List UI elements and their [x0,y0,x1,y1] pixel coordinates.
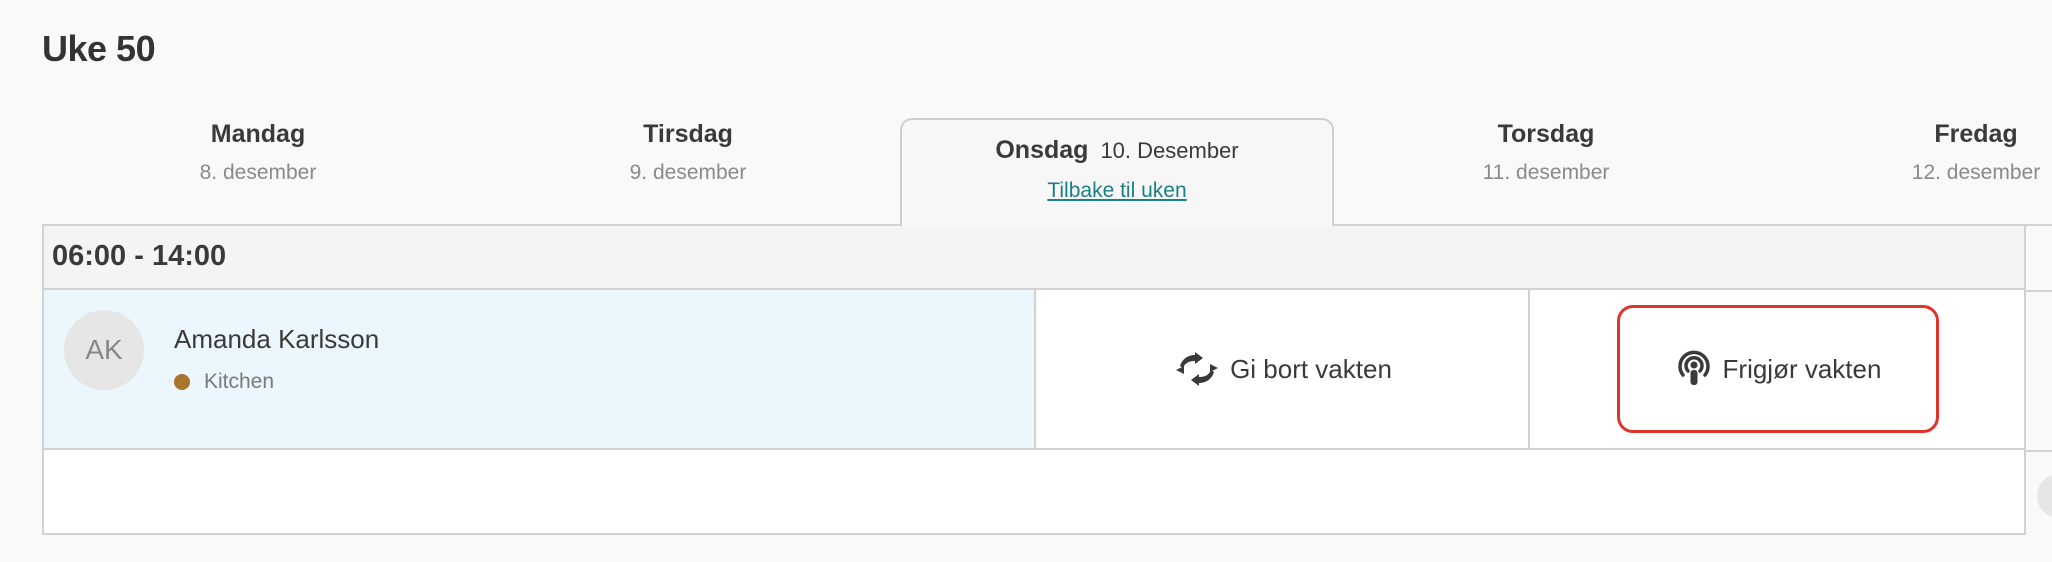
release-label: Frigjør vakten [1722,353,1882,384]
day-name: Mandag [210,120,306,148]
day-name: Tirsdag [643,120,733,148]
broadcast-icon [1675,349,1713,389]
empty-row [44,450,2024,533]
day-date: 8. desember [199,161,317,184]
tab-day-friday[interactable]: Fredag 12. desember [1766,120,2052,185]
give-away-cell: Gi bort vakten [1038,290,1530,448]
day-date: 9. desember [629,161,747,184]
give-away-shift-button[interactable]: Gi bort vakten [1174,352,1392,386]
page-title: Uke 50 [42,28,156,69]
department-label: Kitchen [204,370,275,393]
avatar: AK [64,310,144,390]
shift-time: 06:00 - 14:00 [52,240,227,272]
day-date: 11. desember [1482,161,1610,184]
tab-day-monday[interactable]: Mandag 8. desember [48,120,468,185]
employee-cell[interactable]: AK Amanda Karlsson Kitchen [44,290,1036,448]
department: Kitchen [174,370,274,394]
week-schedule-page: Uke 50 Mandag 8. desember Tirsdag 9. des… [0,0,2052,562]
employee-name: Amanda Karlsson [174,324,380,354]
shift-row: AK Amanda Karlsson Kitchen Gi bort vakte… [44,290,2024,450]
swap-arrows-icon [1174,352,1220,386]
day-name: Onsdag [995,136,1089,164]
day-date: 10. Desember [1100,138,1239,163]
day-name: Torsdag [1497,120,1595,148]
tab-day-tuesday[interactable]: Tirsdag 9. desember [478,120,898,185]
day-name: Fredag [1934,120,2018,148]
active-day-heading: Onsdag 10. Desember [902,136,1332,165]
release-cell: Frigjør vakten [1532,290,2024,448]
day-date: 12. desember [1911,161,2041,184]
tab-day-wednesday-active[interactable]: Onsdag 10. Desember Tilbake til uken [900,118,1334,226]
give-away-label: Gi bort vakten [1230,353,1392,384]
back-to-week-link[interactable]: Tilbake til uken [1047,179,1186,203]
shift-table: 06:00 - 14:00 AK Amanda Karlsson Kitchen [42,224,2026,535]
shift-header: 06:00 - 14:00 [44,226,2024,290]
release-shift-button[interactable]: Frigjør vakten [1617,305,1939,433]
avatar-initials: AK [85,334,123,365]
department-color-dot [174,374,190,390]
tab-day-thursday[interactable]: Torsdag 11. desember [1336,120,1756,185]
